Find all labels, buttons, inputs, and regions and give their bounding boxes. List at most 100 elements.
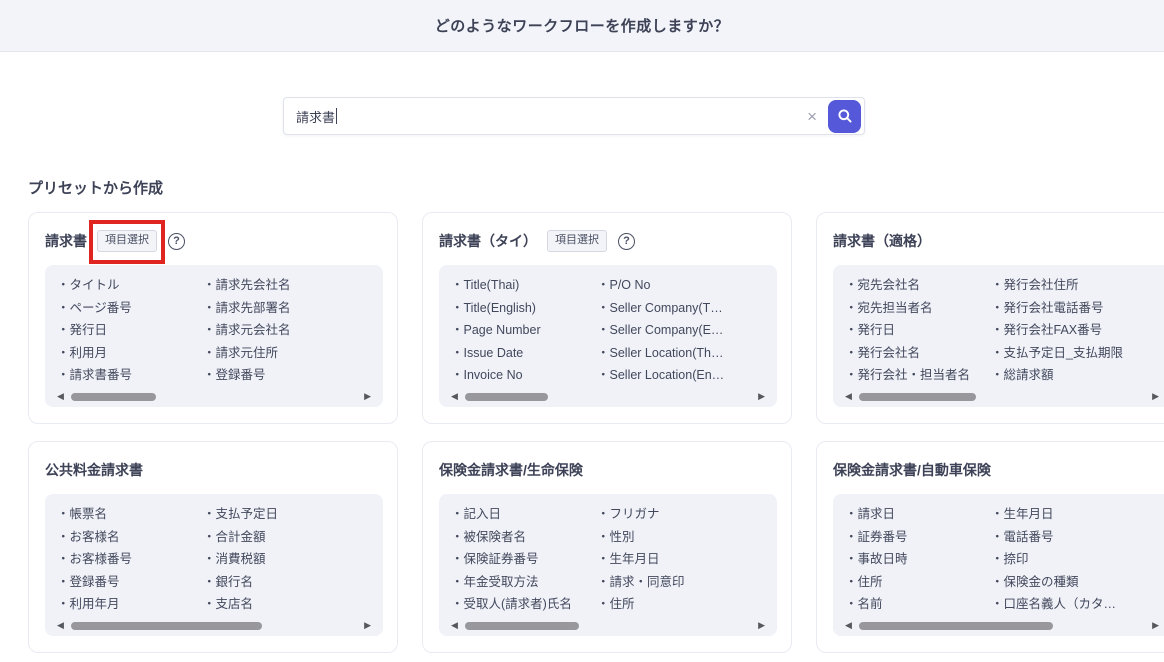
field-column: ・支払予定日・合計金額・消費税額・銀行名・支店名: [203, 503, 371, 619]
field-item: ・タイトル: [57, 274, 203, 297]
scroll-left-icon[interactable]: ◀: [451, 392, 458, 401]
scroll-right-icon[interactable]: ▶: [758, 621, 765, 630]
field-item: ・住所: [845, 571, 991, 594]
horizontal-scrollbar[interactable]: ◀ ▶: [451, 391, 765, 402]
preset-card[interactable]: 請求書 項目選択 ? ・タイトル・ページ番号・発行日・利用月・請求書番号・請求先…: [28, 212, 398, 424]
field-item: ・電話番号: [991, 526, 1159, 549]
horizontal-scrollbar[interactable]: ◀ ▶: [57, 391, 371, 402]
field-list-panel: ・タイトル・ページ番号・発行日・利用月・請求書番号・請求先会社名・請求先部署名・…: [45, 265, 383, 407]
field-item: ・消費税額: [203, 548, 371, 571]
card-title: 請求書（タイ）: [439, 231, 537, 251]
field-item: ・請求書番号: [57, 364, 203, 387]
preset-card[interactable]: 請求書（適格） ・宛先会社名・宛先担当者名・発行日・発行会社名・発行会社・担当者…: [816, 212, 1164, 424]
help-icon[interactable]: ?: [618, 233, 635, 250]
field-list-panel: ・請求日・証券番号・事故日時・住所・名前・生年月日・電話番号・捺印・保険金の種類…: [833, 494, 1164, 636]
scroll-right-icon[interactable]: ▶: [1152, 621, 1159, 630]
clear-icon[interactable]: ×: [796, 108, 828, 125]
scrollbar-thumb[interactable]: [465, 622, 579, 630]
card-title: 請求書: [45, 231, 87, 251]
field-list-panel: ・記入日・被保険者名・保険証券番号・年金受取方法・受取人(請求者)氏名・フリガナ…: [439, 494, 777, 636]
card-title: 請求書（適格）: [833, 231, 931, 251]
section-heading: プリセットから作成: [28, 177, 1164, 198]
field-item: ・総請求額: [991, 364, 1159, 387]
scrollbar-thumb[interactable]: [71, 393, 157, 401]
field-column: ・タイトル・ページ番号・発行日・利用月・請求書番号: [57, 274, 203, 390]
preset-card[interactable]: 公共料金請求書 ・帳票名・お客様名・お客様番号・登録番号・利用年月・支払予定日・…: [28, 441, 398, 653]
scroll-right-icon[interactable]: ▶: [758, 392, 765, 401]
field-item: ・Seller Company(T…: [597, 297, 765, 320]
horizontal-scrollbar[interactable]: ◀ ▶: [845, 620, 1159, 631]
field-item: ・生年月日: [597, 548, 765, 571]
field-item: ・性別: [597, 526, 765, 549]
scrollbar-track[interactable]: [71, 622, 356, 630]
scroll-left-icon[interactable]: ◀: [845, 392, 852, 401]
scrollbar-track[interactable]: [465, 393, 750, 401]
card-header: 公共料金請求書: [45, 454, 383, 486]
field-item: ・登録番号: [57, 571, 203, 594]
preset-card[interactable]: 保険金請求書/生命保険 ・記入日・被保険者名・保険証券番号・年金受取方法・受取人…: [422, 441, 792, 653]
scrollbar-track[interactable]: [71, 393, 356, 401]
field-item: ・銀行名: [203, 571, 371, 594]
field-item: ・発行会社名: [845, 342, 991, 365]
field-columns: ・記入日・被保険者名・保険証券番号・年金受取方法・受取人(請求者)氏名・フリガナ…: [451, 503, 765, 619]
field-column: ・生年月日・電話番号・捺印・保険金の種類・口座名義人（カタ…: [991, 503, 1159, 619]
horizontal-scrollbar[interactable]: ◀ ▶: [451, 620, 765, 631]
field-columns: ・帳票名・お客様名・お客様番号・登録番号・利用年月・支払予定日・合計金額・消費税…: [57, 503, 371, 619]
field-column: ・発行会社住所・発行会社電話番号・発行会社FAX番号・支払予定日_支払期限・総請…: [991, 274, 1159, 390]
help-icon[interactable]: ?: [168, 233, 185, 250]
field-item: ・利用月: [57, 342, 203, 365]
field-item: ・生年月日: [991, 503, 1159, 526]
field-item: ・支店名: [203, 593, 371, 616]
field-item: ・発行日: [57, 319, 203, 342]
field-item: ・Seller Company(E…: [597, 319, 765, 342]
field-item: ・年金受取方法: [451, 571, 597, 594]
scrollbar-track[interactable]: [859, 393, 1144, 401]
horizontal-scrollbar[interactable]: ◀ ▶: [845, 391, 1159, 402]
field-item: ・請求元会社名: [203, 319, 371, 342]
scroll-left-icon[interactable]: ◀: [845, 621, 852, 630]
preset-card[interactable]: 請求書（タイ） 項目選択 ? ・Title(Thai)・Title(Englis…: [422, 212, 792, 424]
field-column: ・宛先会社名・宛先担当者名・発行日・発行会社名・発行会社・担当者名: [845, 274, 991, 390]
card-header: 請求書 項目選択 ?: [45, 225, 383, 257]
field-item: ・Seller Location(Th…: [597, 342, 765, 365]
scroll-right-icon[interactable]: ▶: [1152, 392, 1159, 401]
field-item: ・請求・同意印: [597, 571, 765, 594]
scroll-left-icon[interactable]: ◀: [451, 621, 458, 630]
field-item: ・Seller Location(En…: [597, 364, 765, 387]
scrollbar-thumb[interactable]: [859, 393, 976, 401]
search-input[interactable]: 請求書 ×: [283, 97, 865, 135]
scroll-right-icon[interactable]: ▶: [364, 621, 371, 630]
field-item: ・ページ番号: [57, 297, 203, 320]
scrollbar-track[interactable]: [465, 622, 750, 630]
field-item: ・名前: [845, 593, 991, 616]
card-title: 保険金請求書/自動車保険: [833, 460, 991, 480]
card-title: 保険金請求書/生命保険: [439, 460, 583, 480]
field-item: ・記入日: [451, 503, 597, 526]
horizontal-scrollbar[interactable]: ◀ ▶: [57, 620, 371, 631]
field-item: ・請求日: [845, 503, 991, 526]
scroll-left-icon[interactable]: ◀: [57, 392, 64, 401]
search-icon: [837, 108, 853, 124]
chip-area: 項目選択: [97, 230, 157, 251]
preset-card[interactable]: 保険金請求書/自動車保険 ・請求日・証券番号・事故日時・住所・名前・生年月日・電…: [816, 441, 1164, 653]
field-item: ・住所: [597, 593, 765, 616]
scroll-right-icon[interactable]: ▶: [364, 392, 371, 401]
scrollbar-thumb[interactable]: [859, 622, 1053, 630]
field-columns: ・Title(Thai)・Title(English)・Page Number・…: [451, 274, 765, 390]
field-column: ・請求日・証券番号・事故日時・住所・名前: [845, 503, 991, 619]
search-button[interactable]: [828, 100, 861, 133]
search-value: 請求書: [296, 107, 335, 126]
field-item: ・証券番号: [845, 526, 991, 549]
field-item: ・発行会社電話番号: [991, 297, 1159, 320]
field-column: ・記入日・被保険者名・保険証券番号・年金受取方法・受取人(請求者)氏名: [451, 503, 597, 619]
field-column: ・Title(Thai)・Title(English)・Page Number・…: [451, 274, 597, 390]
scroll-left-icon[interactable]: ◀: [57, 621, 64, 630]
item-select-button[interactable]: 項目選択: [97, 230, 157, 251]
item-select-button[interactable]: 項目選択: [547, 230, 607, 251]
scrollbar-track[interactable]: [859, 622, 1144, 630]
field-item: ・合計金額: [203, 526, 371, 549]
scrollbar-thumb[interactable]: [71, 622, 262, 630]
scrollbar-thumb[interactable]: [465, 393, 548, 401]
card-header: 請求書（タイ） 項目選択 ?: [439, 225, 777, 257]
text-cursor: [336, 108, 337, 124]
